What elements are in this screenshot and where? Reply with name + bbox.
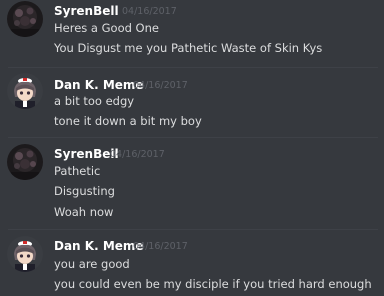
- message-group: Dan K. Meme 04/16/2017 a bit too edgy to…: [0, 68, 384, 138]
- message-timestamp: 04/16/2017: [133, 241, 188, 252]
- message-author[interactable]: SyrenBell: [54, 4, 119, 18]
- message-text: a bit too edgy: [54, 94, 135, 108]
- message-text: you are good: [54, 257, 130, 271]
- message-text: Disgusting: [54, 184, 115, 198]
- syrenbell-avatar-icon: [7, 1, 43, 37]
- avatar[interactable]: [7, 144, 43, 180]
- message-group: SyrenBell 04/16/2017 Pathetic Disgusting…: [0, 138, 384, 228]
- dan-k-meme-avatar-icon: [7, 236, 43, 272]
- message-timestamp: 04/16/2017: [110, 149, 165, 160]
- message-author[interactable]: SyrenBell: [54, 147, 119, 161]
- avatar[interactable]: [7, 73, 43, 109]
- message-group: Dan K. Meme 04/16/2017 you are good you …: [0, 230, 384, 296]
- avatar[interactable]: [7, 1, 43, 37]
- message-author[interactable]: Dan K. Meme: [54, 239, 144, 253]
- message-text: Woah now: [54, 205, 114, 219]
- message-text: Heres a Good One: [54, 21, 159, 35]
- message-group: SyrenBell 04/16/2017 Heres a Good One Yo…: [0, 0, 384, 68]
- message-text: You Disgust me you Pathetic Waste of Ski…: [54, 41, 323, 55]
- dan-k-meme-avatar-icon: [7, 73, 43, 109]
- message-author[interactable]: Dan K. Meme: [54, 78, 144, 92]
- avatar[interactable]: [7, 236, 43, 272]
- message-text: Pathetic: [54, 164, 101, 178]
- message-text: you could even be my disciple if you tri…: [54, 277, 372, 291]
- message-timestamp: 04/16/2017: [133, 80, 188, 91]
- syrenbell-avatar-icon: [7, 144, 43, 180]
- message-timestamp: 04/16/2017: [122, 6, 177, 17]
- message-text: tone it down a bit my boy: [54, 114, 202, 128]
